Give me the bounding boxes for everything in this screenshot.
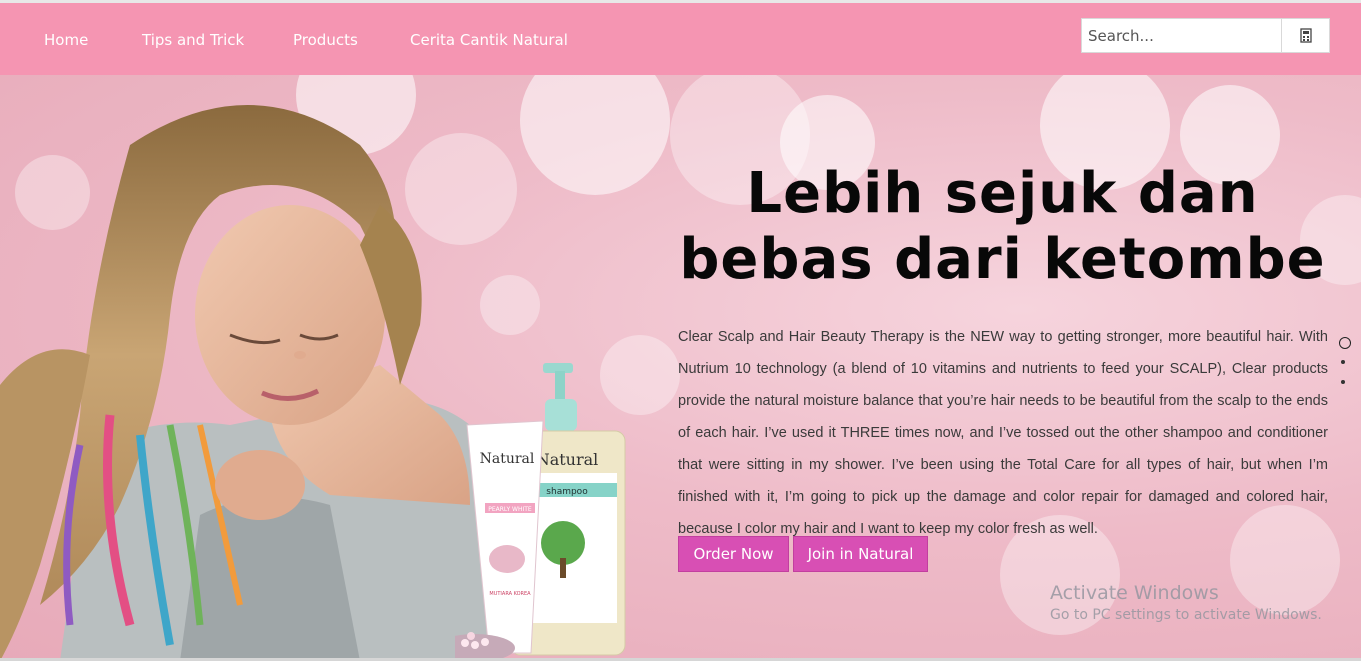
nav-products[interactable]: Products — [293, 31, 358, 49]
nav-cerita-cantik-natural[interactable]: Cerita Cantik Natural — [410, 31, 568, 49]
bottle-label: shampoo — [546, 487, 588, 497]
tube-brand: Natural — [480, 451, 535, 467]
search-button-icon — [1300, 28, 1312, 43]
nav-tips-and-trick[interactable]: Tips and Trick — [142, 31, 244, 49]
search-box — [1081, 18, 1330, 53]
slider-dot-2[interactable] — [1341, 360, 1345, 364]
join-in-natural-button[interactable]: Join in Natural — [793, 536, 928, 572]
tube-sub: MUTIARA KOREA — [489, 591, 531, 597]
order-now-button[interactable]: Order Now — [678, 536, 789, 572]
hero-headline: Lebih sejuk dan bebas dari ketombe — [679, 161, 1326, 292]
slider-dot-1[interactable] — [1339, 337, 1351, 349]
navbar: Home Tips and Trick Products Cerita Cant… — [0, 3, 1361, 75]
slider-dot-3[interactable] — [1341, 380, 1345, 384]
tube-label: PEARLY WHITE — [488, 506, 532, 513]
hero-banner: Natural shampoo Natural PEARLY WHITE MUT… — [0, 75, 1361, 661]
bottle-brand: Natural — [536, 450, 599, 469]
product-image: Natural shampoo Natural PEARLY WHITE MUT… — [455, 363, 626, 661]
search-button[interactable] — [1281, 19, 1330, 52]
activate-windows-title: Activate Windows — [1050, 582, 1219, 604]
hero-paragraph: Clear Scalp and Hair Beauty Therapy is t… — [678, 329, 1328, 537]
activate-windows-subtitle: Go to PC settings to activate Windows. — [1050, 607, 1322, 623]
search-input[interactable] — [1082, 19, 1282, 52]
nav-home[interactable]: Home — [44, 31, 88, 49]
